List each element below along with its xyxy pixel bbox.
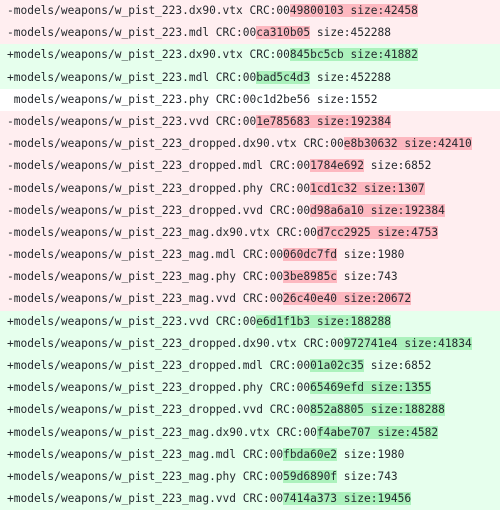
- changed-text-highlight: e6d1f1b3 size:188288: [256, 314, 391, 328]
- changed-text-highlight: 060dc7fd: [283, 248, 338, 262]
- changed-text-highlight: 1cd1c32 size:1307: [310, 181, 425, 195]
- diff-line-text-tail: size:6852: [364, 359, 432, 372]
- diff-line-deletion: -models/weapons/w_pist_223_dropped.vvd C…: [0, 199, 500, 222]
- diff-line-addition: +models/weapons/w_pist_223.vvd CRC:00e6d…: [0, 310, 500, 333]
- diff-line-deletion: -models/weapons/w_pist_223.mdl CRC:00ca3…: [0, 22, 500, 45]
- diff-line-text: -models/weapons/w_pist_223_dropped.vvd C…: [7, 203, 311, 217]
- changed-text-highlight: bad5c4d3: [256, 70, 311, 84]
- diff-line-addition: +models/weapons/w_pist_223.dx90.vtx CRC:…: [0, 44, 500, 67]
- diff-line-addition: +models/weapons/w_pist_223_mag.phy CRC:0…: [0, 465, 500, 489]
- diff-line-context: models/weapons/w_pist_223.phy CRC:00c1d2…: [0, 88, 500, 111]
- diff-line-text: -models/weapons/w_pist_223_dropped.mdl C…: [7, 159, 311, 173]
- diff-line-text: -models/weapons/w_pist_223_dropped.phy C…: [7, 181, 311, 195]
- diff-line-text: +models/weapons/w_pist_223_dropped.vvd C…: [7, 403, 311, 417]
- diff-line-text: +models/weapons/w_pist_223_dropped.mdl C…: [7, 359, 311, 372]
- changed-text-highlight: 59d6890f: [283, 469, 338, 483]
- diff-line-text: -models/weapons/w_pist_223_mag.phy CRC:0…: [7, 270, 284, 284]
- diff-line-deletion: -models/weapons/w_pist_223_dropped.dx90.…: [0, 133, 500, 156]
- changed-text-highlight: 26c40e40 size:20672: [283, 292, 412, 306]
- diff-line-deletion: -models/weapons/w_pist_223_mag.dx90.vtx …: [0, 221, 500, 245]
- diff-line-text-tail: size:452288: [310, 70, 391, 84]
- diff-line-text: -models/weapons/w_pist_223.vvd CRC:00: [7, 114, 257, 128]
- changed-text-highlight: ca310b05: [256, 26, 311, 40]
- diff-line-deletion: -models/weapons/w_pist_223_dropped.mdl C…: [0, 155, 500, 178]
- diff-line-addition: +models/weapons/w_pist_223.mdl CRC:00bad…: [0, 66, 500, 89]
- diff-line-text: +models/weapons/w_pist_223_mag.vvd CRC:0…: [7, 492, 284, 506]
- diff-line-deletion: -models/weapons/w_pist_223.dx90.vtx CRC:…: [0, 0, 500, 23]
- changed-text-highlight: f4abe707 size:4582: [316, 425, 439, 439]
- diff-line-addition: +models/weapons/w_pist_223_dropped.vvd C…: [0, 399, 500, 422]
- diff-line-deletion: -models/weapons/w_pist_223.vvd CRC:001e7…: [0, 110, 500, 134]
- diff-line-text: -models/weapons/w_pist_223_mag.mdl CRC:0…: [7, 248, 284, 262]
- diff-line-text-tail: size:743: [337, 469, 398, 483]
- diff-line-text: +models/weapons/w_pist_223.vvd CRC:00: [7, 314, 257, 328]
- changed-text-highlight: 7414a373 size:19456: [283, 492, 412, 506]
- diff-line-text: -models/weapons/w_pist_223_mag.vvd CRC:0…: [7, 292, 284, 306]
- diff-line-text: -models/weapons/w_pist_223_dropped.dx90.…: [7, 137, 344, 151]
- diff-line-text: -models/weapons/w_pist_223_mag.dx90.vtx …: [7, 225, 317, 239]
- changed-text-highlight: 1e785683 size:192384: [256, 114, 391, 128]
- diff-line-addition: +models/weapons/w_pist_223_dropped.dx90.…: [0, 332, 500, 355]
- changed-text-highlight: 3be8985c: [283, 270, 338, 284]
- diff-line-addition: +models/weapons/w_pist_223_mag.vvd CRC:0…: [0, 488, 500, 511]
- changed-text-highlight: 1784e692: [310, 159, 364, 173]
- diff-line-text: +models/weapons/w_pist_223_mag.mdl CRC:0…: [7, 447, 284, 461]
- changed-text-highlight: 852a8805 size:188288: [310, 403, 445, 417]
- changed-text-highlight: d7cc2925 size:4753: [316, 225, 439, 239]
- changed-text-highlight: 845bc5cb size:41882: [289, 48, 418, 62]
- diff-line-text: -models/weapons/w_pist_223.mdl CRC:00: [7, 26, 257, 40]
- diff-line-text: +models/weapons/w_pist_223_dropped.phy C…: [7, 381, 311, 395]
- diff-line-text-tail: size:743: [337, 270, 398, 284]
- diff-line-addition: +models/weapons/w_pist_223_mag.dx90.vtx …: [0, 421, 500, 444]
- diff-line-text: +models/weapons/w_pist_223_mag.dx90.vtx …: [7, 425, 317, 439]
- diff-line-text: models/weapons/w_pist_223.phy CRC:00c1d2…: [7, 92, 378, 106]
- diff-line-text: +models/weapons/w_pist_223.dx90.vtx CRC:…: [7, 48, 290, 62]
- diff-line-deletion: -models/weapons/w_pist_223_mag.vvd CRC:0…: [0, 288, 500, 311]
- diff-line-deletion: -models/weapons/w_pist_223_mag.phy CRC:0…: [0, 266, 500, 289]
- changed-text-highlight: 01a02c35: [310, 359, 364, 372]
- diff-line-text: -models/weapons/w_pist_223.dx90.vtx CRC:…: [7, 4, 290, 17]
- diff-line-addition: +models/weapons/w_pist_223_mag.mdl CRC:0…: [0, 443, 500, 466]
- diff-line-text-tail: size:6852: [364, 159, 432, 173]
- changed-text-highlight: fbda60e2: [283, 447, 338, 461]
- changed-text-highlight: d98a6a10 size:192384: [310, 203, 445, 217]
- diff-line-addition: +models/weapons/w_pist_223_dropped.phy C…: [0, 377, 500, 400]
- changed-text-highlight: 65469efd size:1355: [310, 381, 432, 395]
- diff-line-text-tail: size:452288: [310, 26, 391, 40]
- diff-line-text: +models/weapons/w_pist_223.mdl CRC:00: [7, 70, 257, 84]
- diff-line-text: +models/weapons/w_pist_223_mag.phy CRC:0…: [7, 469, 284, 483]
- changed-text-highlight: e8b30632 size:42410: [343, 137, 472, 151]
- diff-line-deletion: -models/weapons/w_pist_223_mag.mdl CRC:0…: [0, 244, 500, 267]
- diff-line-deletion: -models/weapons/w_pist_223_dropped.phy C…: [0, 177, 500, 200]
- changed-text-highlight: 972741e4 size:41834: [343, 336, 472, 350]
- diff-line-text-tail: size:1980: [337, 248, 405, 262]
- diff-line-addition: +models/weapons/w_pist_223_dropped.mdl C…: [0, 355, 500, 378]
- diff-line-text-tail: size:1980: [337, 447, 405, 461]
- diff-line-text: +models/weapons/w_pist_223_dropped.dx90.…: [7, 336, 344, 350]
- diff-view: -models/weapons/w_pist_223.dx90.vtx CRC:…: [0, 0, 500, 515]
- changed-text-highlight: 49800103 size:42458: [289, 4, 418, 17]
